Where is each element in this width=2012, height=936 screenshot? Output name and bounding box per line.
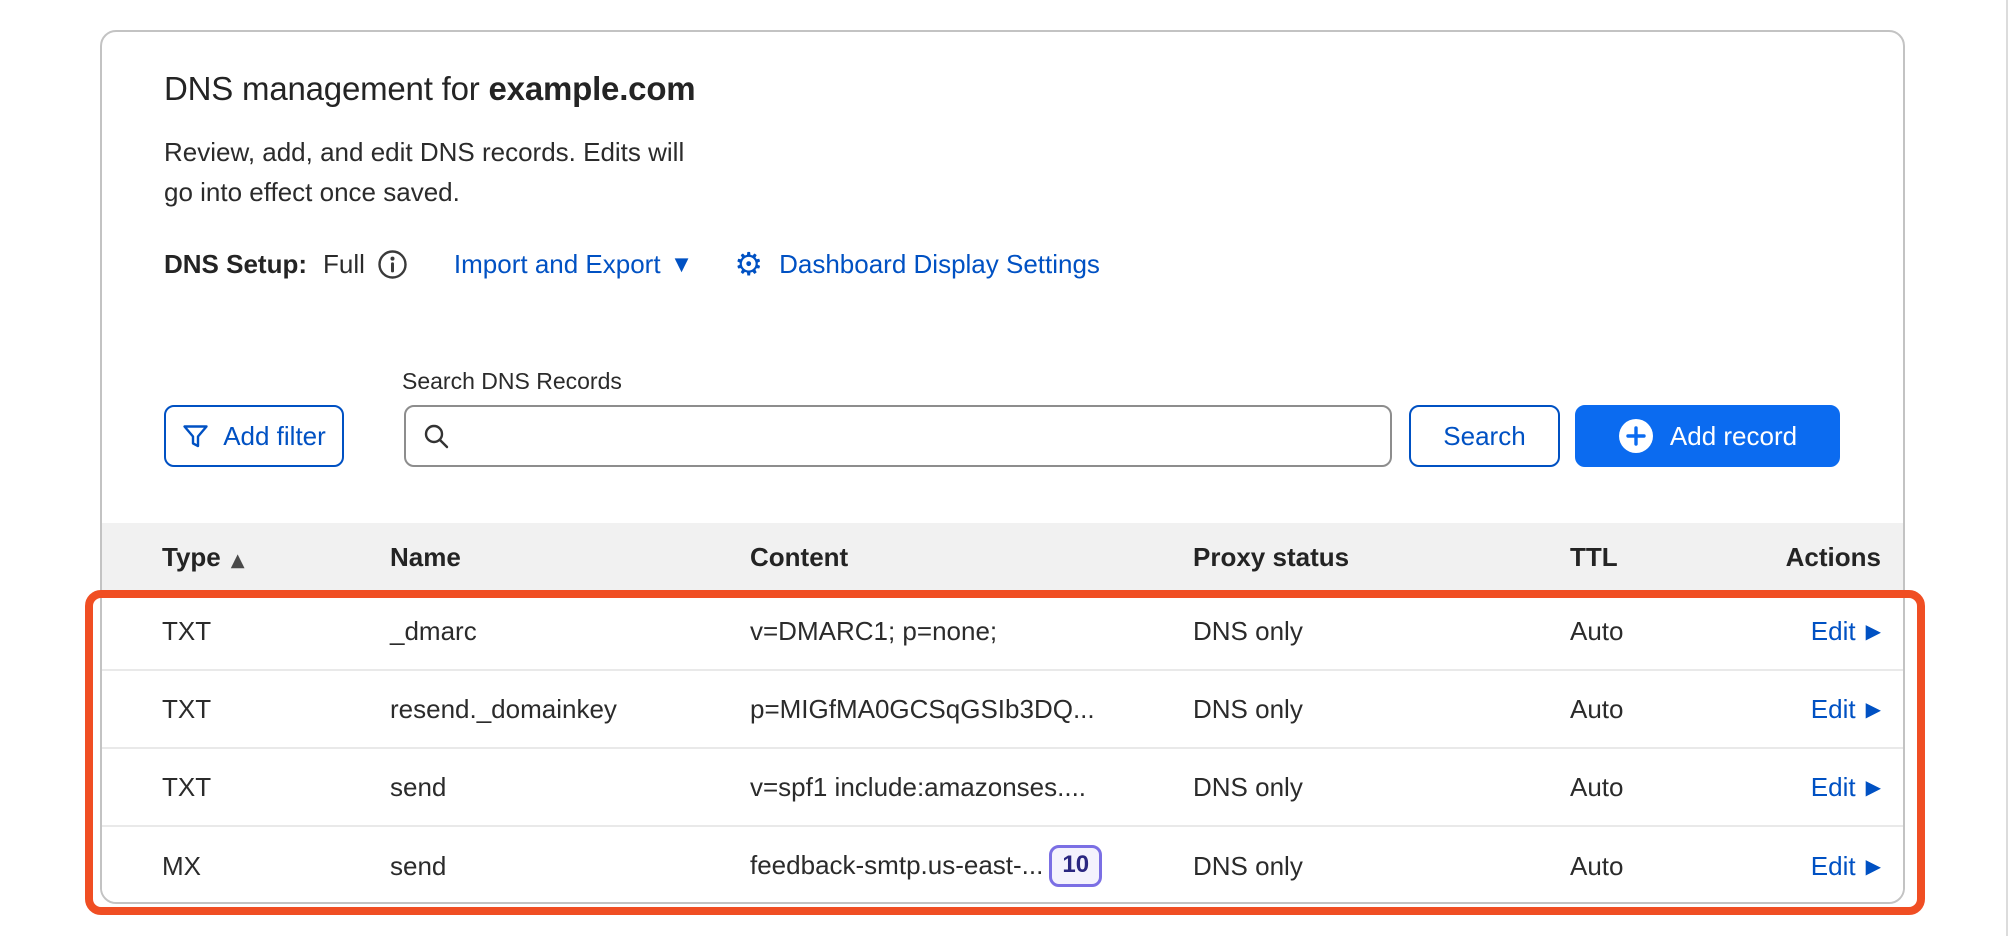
- cell-type: TXT: [162, 694, 390, 725]
- cell-content-text: feedback-smtp.us-east-...: [750, 850, 1043, 881]
- cell-proxy-status: DNS only: [1193, 851, 1570, 882]
- cell-ttl: Auto: [1570, 772, 1760, 803]
- info-icon[interactable]: [377, 249, 408, 280]
- chevron-right-icon: ▶: [1866, 619, 1881, 643]
- dns-setup-row: DNS Setup: Full Import and Export ▼ ⚙ Da…: [164, 248, 1100, 280]
- column-header-content: Content: [750, 542, 1193, 573]
- cell-name: send: [390, 851, 750, 882]
- cell-ttl: Auto: [1570, 616, 1760, 647]
- add-record-label: Add record: [1670, 421, 1797, 452]
- sort-ascending-icon: ▲: [231, 550, 245, 571]
- cell-name: resend._domainkey: [390, 694, 750, 725]
- table-header: Type▲ Name Content Proxy status TTL Acti…: [102, 523, 1903, 593]
- page-description: Review, add, and edit DNS records. Edits…: [164, 132, 684, 212]
- search-dns-records-label: Search DNS Records: [402, 368, 622, 395]
- table-row: TXT send v=spf1 include:amazonses.... DN…: [102, 749, 1903, 827]
- page-description-line: go into effect once saved.: [164, 172, 684, 212]
- cell-ttl: Auto: [1570, 694, 1760, 725]
- cell-proxy-status: DNS only: [1193, 772, 1570, 803]
- search-button[interactable]: Search: [1409, 405, 1560, 467]
- page-title-prefix: DNS management for: [164, 70, 489, 107]
- add-filter-label: Add filter: [223, 421, 326, 452]
- page-title: DNS management for example.com: [164, 70, 695, 108]
- search-input[interactable]: [462, 407, 1374, 465]
- chevron-right-icon: ▶: [1866, 697, 1881, 721]
- edit-record-button[interactable]: Edit ▶: [1811, 772, 1881, 803]
- table-row: TXT _dmarc v=DMARC1; p=none; DNS only Au…: [102, 593, 1903, 671]
- adjacent-panel-edge: [2006, 0, 2008, 936]
- chevron-right-icon: ▶: [1866, 854, 1881, 878]
- dns-management-card: DNS management for example.com Review, a…: [100, 30, 1905, 904]
- plus-circle-icon: [1618, 418, 1654, 454]
- column-header-proxy-status: Proxy status: [1193, 542, 1570, 573]
- add-record-button[interactable]: Add record: [1575, 405, 1840, 467]
- search-input-container: [404, 405, 1392, 467]
- funnel-icon: [182, 423, 209, 450]
- column-header-type[interactable]: Type▲: [162, 542, 390, 573]
- search-button-label: Search: [1443, 421, 1525, 452]
- table-row: MX send feedback-smtp.us-east-... 10 DNS…: [102, 827, 1903, 904]
- magnifier-icon: [422, 422, 450, 450]
- cell-proxy-status: DNS only: [1193, 616, 1570, 647]
- mx-priority-badge: 10: [1049, 845, 1102, 887]
- cell-ttl: Auto: [1570, 851, 1760, 882]
- cell-name: _dmarc: [390, 616, 750, 647]
- dns-records-table: TXT _dmarc v=DMARC1; p=none; DNS only Au…: [102, 593, 1903, 904]
- chevron-down-icon: ▼: [675, 254, 689, 275]
- page-description-line: Review, add, and edit DNS records. Edits…: [164, 132, 684, 172]
- import-export-dropdown[interactable]: Import and Export ▼: [454, 249, 689, 280]
- gear-icon: ⚙: [734, 248, 763, 280]
- cell-proxy-status: DNS only: [1193, 694, 1570, 725]
- domain-name: example.com: [489, 70, 696, 107]
- table-row: TXT resend._domainkey p=MIGfMA0GCSqGSIb3…: [102, 671, 1903, 749]
- edit-record-button[interactable]: Edit ▶: [1811, 616, 1881, 647]
- dns-setup-value: Full: [323, 249, 365, 280]
- cell-type: TXT: [162, 616, 390, 647]
- column-header-actions: Actions: [1760, 542, 1881, 573]
- import-export-label: Import and Export: [454, 249, 661, 280]
- edit-record-button[interactable]: Edit ▶: [1811, 694, 1881, 725]
- cell-content: v=DMARC1; p=none;: [750, 616, 1193, 647]
- add-filter-button[interactable]: Add filter: [164, 405, 344, 467]
- edit-record-button[interactable]: Edit ▶: [1811, 851, 1881, 882]
- column-header-name: Name: [390, 542, 750, 573]
- cell-type: MX: [162, 851, 390, 882]
- cell-name: send: [390, 772, 750, 803]
- chevron-right-icon: ▶: [1866, 775, 1881, 799]
- cell-content: v=spf1 include:amazonses....: [750, 772, 1193, 803]
- column-header-ttl: TTL: [1570, 542, 1760, 573]
- cell-type: TXT: [162, 772, 390, 803]
- cell-content: p=MIGfMA0GCSqGSIb3DQ...: [750, 694, 1193, 725]
- display-settings-label: Dashboard Display Settings: [779, 249, 1100, 280]
- cell-content: feedback-smtp.us-east-... 10: [750, 845, 1193, 887]
- dns-setup-label: DNS Setup:: [164, 249, 307, 280]
- dashboard-display-settings-link[interactable]: ⚙ Dashboard Display Settings: [734, 248, 1100, 280]
